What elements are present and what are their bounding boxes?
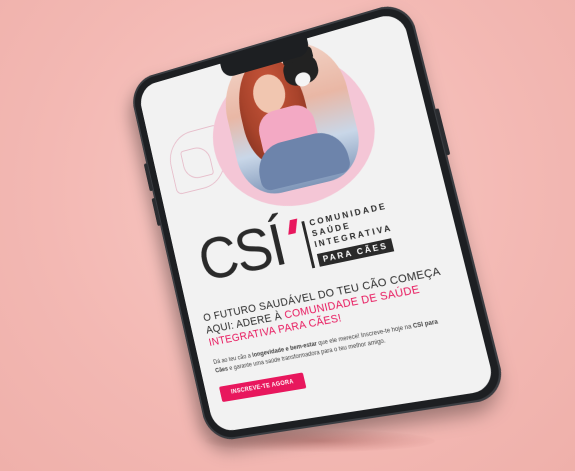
dog-chest bbox=[293, 70, 312, 89]
phone-mockup: CSÍ COMUNIDADE SAÚDE INTEGRATIVA PARA CÃ… bbox=[127, 0, 509, 443]
logo-text-block: COMUNIDADE SAÚDE INTEGRATIVA PARA CÃES bbox=[308, 200, 398, 267]
phone-screen: CSÍ COMUNIDADE SAÚDE INTEGRATIVA PARA CÃ… bbox=[137, 10, 497, 433]
logo-letters: CSÍ bbox=[192, 211, 291, 294]
signup-cta-button[interactable]: INSCREVE-TE AGORA bbox=[218, 372, 307, 403]
logo-accent-mark bbox=[288, 218, 298, 235]
phone-device: CSÍ COMUNIDADE SAÚDE INTEGRATIVA PARA CÃ… bbox=[127, 0, 509, 443]
